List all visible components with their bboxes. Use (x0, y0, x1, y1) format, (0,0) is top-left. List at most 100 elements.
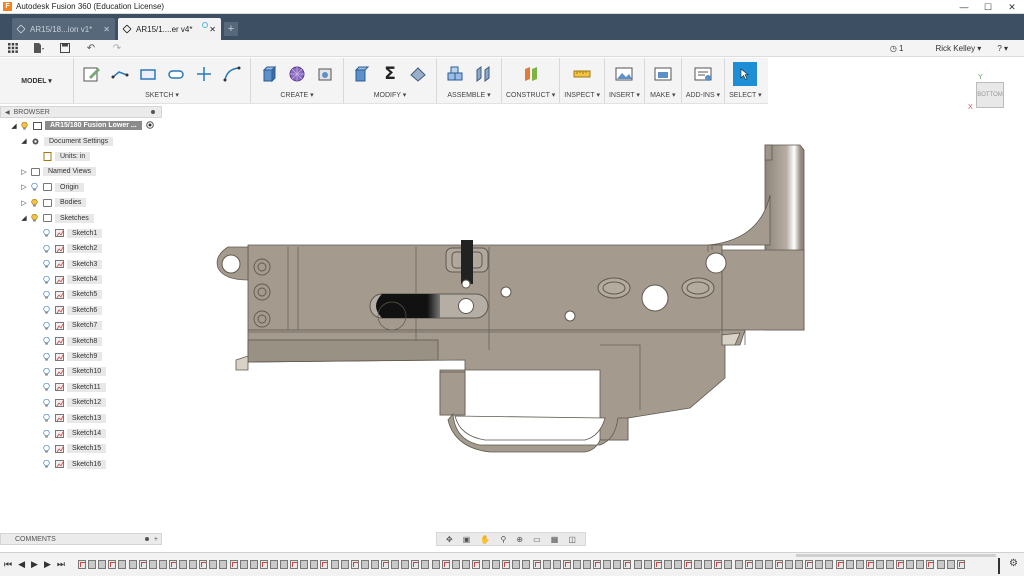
timeline-feature-item[interactable] (562, 559, 571, 569)
timeline-feature-item[interactable] (401, 559, 410, 569)
lightbulb-off-icon[interactable] (42, 290, 50, 299)
save-icon[interactable] (58, 41, 72, 55)
tree-sketch-item[interactable]: Sketch5 (0, 287, 162, 302)
timeline-feature-item[interactable] (340, 559, 349, 569)
expand-panel-icon[interactable]: + (154, 536, 158, 543)
workspace-switcher[interactable]: MODEL ▾ (0, 58, 74, 103)
timeline-feature-item[interactable] (411, 559, 420, 569)
orbit-icon[interactable]: ✥ (446, 535, 453, 544)
timeline-feature-item[interactable] (623, 559, 632, 569)
panel-options-icon[interactable] (145, 537, 149, 541)
sketch-label[interactable]: Sketch4 (67, 275, 103, 285)
selector-hole[interactable] (641, 284, 669, 312)
tree-sketch-item[interactable]: Sketch1 (0, 226, 162, 241)
design-canvas[interactable] (162, 106, 1024, 532)
box-icon[interactable] (314, 63, 336, 85)
sketch-label[interactable]: Sketch7 (67, 321, 103, 331)
go-to-end-icon[interactable]: ⏭ (57, 559, 65, 570)
timeline-feature-item[interactable] (98, 559, 107, 569)
timeline-feature-item[interactable] (906, 559, 915, 569)
offset-plane-icon[interactable] (520, 63, 542, 85)
press-pull-icon[interactable] (351, 63, 373, 85)
tree-sketch-item[interactable]: Sketch4 (0, 272, 162, 287)
timeline-feature-item[interactable] (391, 559, 400, 569)
timeline-feature-item[interactable] (754, 559, 763, 569)
close-window-button[interactable]: ✕ (1000, 0, 1024, 14)
data-panel-grid-icon[interactable] (6, 41, 20, 55)
zoom-icon[interactable]: ⚲ (500, 535, 506, 544)
timeline-feature-item[interactable] (542, 559, 551, 569)
timeline-feature-item[interactable] (471, 559, 480, 569)
sketch-label[interactable]: Sketch16 (67, 459, 107, 469)
timeline-feature-item[interactable] (482, 559, 490, 569)
timeline-feature-item[interactable] (875, 559, 884, 569)
timeline-feature-item[interactable] (694, 559, 703, 569)
timeline-feature-item[interactable] (88, 559, 97, 569)
new-tab-button[interactable]: + (224, 22, 238, 36)
tree-sketch-item[interactable]: Sketch11 (0, 380, 162, 395)
timeline-marker[interactable] (998, 557, 1000, 574)
display-settings-icon[interactable]: ▭ (533, 535, 541, 544)
measure-icon[interactable] (571, 63, 593, 85)
line-icon[interactable] (109, 63, 131, 85)
timeline-feature-item[interactable] (835, 559, 844, 569)
sketches-label[interactable]: Sketches (55, 213, 94, 223)
timeline-feature-item[interactable] (916, 559, 925, 569)
lightbulb-off-icon[interactable] (42, 244, 50, 253)
timeline-feature-item[interactable] (552, 559, 561, 569)
document-tab-1[interactable]: AR15/18...ion v1* ✕ (12, 18, 115, 40)
timeline-feature-item[interactable] (158, 559, 167, 569)
collapsed-triangle-icon[interactable]: ▷ (20, 183, 28, 191)
timeline-feature-item[interactable] (360, 559, 369, 569)
lightbulb-off-icon[interactable] (42, 275, 50, 284)
timeline-feature-item[interactable] (734, 559, 743, 569)
timeline-feature-item[interactable] (643, 559, 652, 569)
tree-origin[interactable]: ▷ Origin (0, 180, 162, 195)
tree-sketch-item[interactable]: Sketch13 (0, 410, 162, 425)
timeline-feature-item[interactable] (633, 559, 642, 569)
timeline-feature-item[interactable] (663, 559, 672, 569)
tree-bodies[interactable]: ▷ Bodies (0, 195, 162, 210)
lightbulb-on-icon[interactable] (30, 198, 38, 207)
sketch-menu[interactable]: SKETCH ▾ (145, 90, 179, 102)
timeline-feature-item[interactable] (310, 559, 319, 569)
redo-icon[interactable]: ↷ (110, 41, 124, 55)
sphere-mesh-icon[interactable] (286, 63, 308, 85)
sketch-label[interactable]: Sketch14 (67, 429, 107, 438)
lightbulb-off-icon[interactable] (42, 414, 50, 422)
expand-triangle-icon[interactable]: ◢ (20, 137, 28, 145)
lightbulb-off-icon[interactable] (30, 183, 38, 191)
close-tab-icon[interactable]: ✕ (209, 25, 216, 34)
sketch-label[interactable]: Sketch6 (67, 305, 103, 315)
new-component-icon[interactable] (444, 63, 466, 85)
timeline-feature-item[interactable] (179, 559, 187, 569)
hammer-pin-hole[interactable] (500, 286, 512, 298)
timeline-feature-item[interactable] (421, 559, 430, 569)
assemble-menu[interactable]: ASSEMBLE ▾ (447, 90, 490, 102)
lightbulb-off-icon[interactable] (42, 337, 50, 345)
timeline-feature-item[interactable] (795, 559, 804, 569)
timeline-feature-item[interactable] (118, 559, 127, 569)
timeline-feature-item[interactable] (199, 559, 208, 569)
timeline-feature-item[interactable] (239, 559, 248, 569)
go-to-start-icon[interactable]: ⏮ (4, 559, 12, 570)
select-cursor-icon[interactable] (733, 62, 758, 86)
timeline-feature-item[interactable] (280, 559, 288, 569)
timeline-feature-item[interactable] (350, 559, 359, 569)
parameters-sigma-icon[interactable]: Σ (379, 63, 401, 85)
timeline-feature-item[interactable] (532, 559, 541, 569)
tree-sketch-item[interactable]: Sketch14 (0, 426, 162, 441)
sketch-label[interactable]: Sketch1 (67, 228, 103, 238)
select-menu[interactable]: SELECT ▾ (729, 90, 762, 102)
lightbulb-off-icon[interactable] (42, 429, 50, 438)
undo-icon[interactable]: ↶ (84, 41, 98, 55)
lightbulb-on-icon[interactable] (30, 214, 38, 222)
timeline-feature-item[interactable] (936, 559, 945, 569)
step-forward-icon[interactable]: ▶ (44, 559, 51, 570)
point-icon[interactable] (193, 63, 215, 85)
sketch-label[interactable]: Sketch5 (67, 290, 103, 300)
job-status[interactable]: ◷ 1 (890, 44, 920, 53)
3d-print-icon[interactable] (652, 63, 674, 85)
lightbulb-off-icon[interactable] (42, 383, 50, 391)
tree-named-views[interactable]: ▷ Named Views (0, 164, 162, 179)
